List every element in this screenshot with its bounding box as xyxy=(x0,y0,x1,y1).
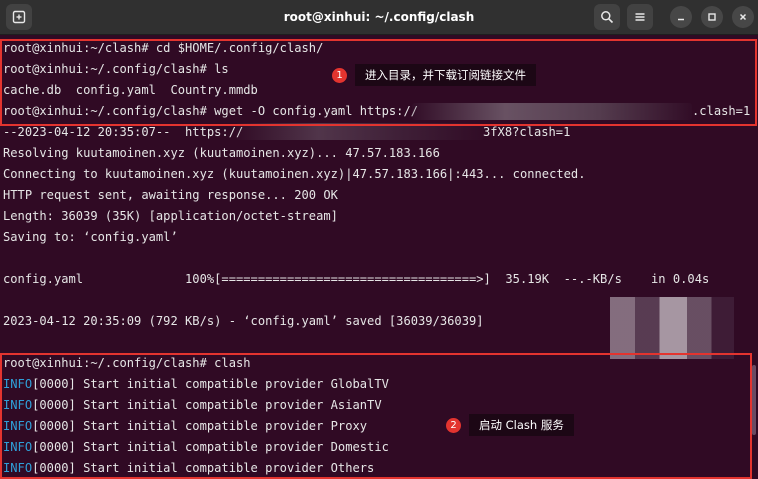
maximize-button[interactable] xyxy=(701,6,723,28)
terminal-line: Saving to: ‘config.yaml’ xyxy=(3,230,178,244)
annotation-number: 2 xyxy=(446,417,461,433)
terminal-output[interactable]: root@xinhui:~/clash# cd $HOME/.config/cl… xyxy=(0,35,758,479)
menu-button[interactable] xyxy=(627,4,653,30)
terminal-line: Resolving kuutamoinen.xyz (kuutamoinen.x… xyxy=(3,146,440,160)
maximize-icon xyxy=(708,13,716,21)
close-icon xyxy=(739,13,747,21)
highlight-box-2 xyxy=(0,353,752,479)
title-bar: root@xinhui: ~/.config/clash xyxy=(0,0,758,35)
scrollbar[interactable] xyxy=(752,365,756,435)
terminal-window: root@xinhui: ~/.config/clash root@xinhui… xyxy=(0,0,758,479)
terminal-line: 2023-04-12 20:35:09 (792 KB/s) - ‘config… xyxy=(3,314,484,328)
search-button[interactable] xyxy=(594,4,620,30)
menu-icon xyxy=(635,13,645,21)
minimize-button[interactable] xyxy=(670,6,692,28)
terminal-line: HTTP request sent, awaiting response... … xyxy=(3,188,338,202)
annotation-text: 启动 Clash 服务 xyxy=(469,414,574,436)
annotation-number: 1 xyxy=(332,67,347,83)
redacted-blur xyxy=(610,297,734,359)
close-button[interactable] xyxy=(732,6,754,28)
annotation-text: 进入目录，并下载订阅链接文件 xyxy=(355,64,536,86)
terminal-line: Connecting to kuutamoinen.xyz (kuutamoin… xyxy=(3,167,586,181)
annotation-2: 2 启动 Clash 服务 xyxy=(446,414,574,436)
new-tab-button[interactable] xyxy=(6,4,32,30)
minimize-icon xyxy=(678,18,684,21)
search-icon xyxy=(601,11,614,24)
annotation-1: 1 进入目录，并下载订阅链接文件 xyxy=(332,64,536,86)
new-tab-icon xyxy=(12,10,26,24)
terminal-line: Length: 36039 (35K) [application/octet-s… xyxy=(3,209,338,223)
terminal-line: config.yaml 100%[=======================… xyxy=(3,272,710,286)
